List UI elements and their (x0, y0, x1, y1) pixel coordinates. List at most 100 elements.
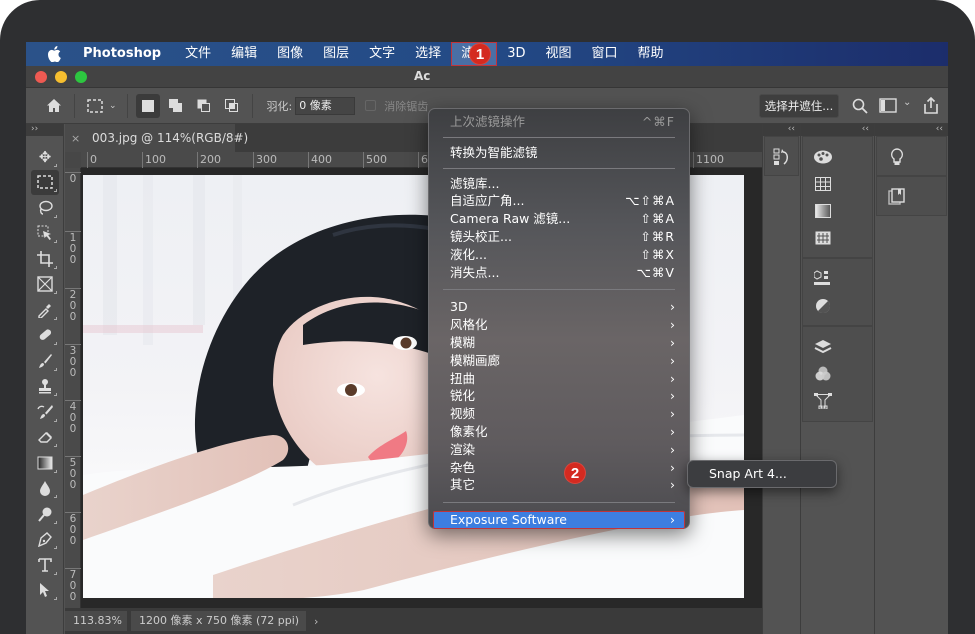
menu-window[interactable]: 窗口 (582, 42, 628, 66)
marquee-preset-button[interactable] (83, 94, 107, 118)
history-panel-button[interactable] (770, 143, 794, 170)
menu-item-sharpen[interactable]: 锐化 › (429, 387, 689, 405)
menu-item-other[interactable]: 其它 › (429, 476, 689, 494)
dodge-tool[interactable] (31, 501, 59, 527)
menu-item-pixelate[interactable]: 像素化 › (429, 423, 689, 441)
select-and-mask-button[interactable]: 选择并遮住... (759, 94, 839, 118)
clone-stamp-tool[interactable] (31, 374, 59, 400)
collapse-panels-button[interactable]: ‹‹ (763, 124, 800, 136)
subtract-selection-button[interactable] (192, 94, 216, 118)
minimize-window-button[interactable] (55, 71, 67, 83)
menu-layer[interactable]: 图层 (313, 42, 359, 66)
ruler-tick: 200 (197, 152, 221, 168)
workspace-chevron-icon[interactable]: ⌄ (903, 97, 911, 108)
layers-panel-button[interactable] (811, 333, 835, 360)
filter-menu: 上次滤镜操作 ^⌘F 转换为智能滤镜 滤镜库... 自适应广角... ⌥⇧⌘A C… (428, 108, 690, 529)
workspace-icon[interactable] (879, 98, 897, 117)
new-selection-button[interactable] (135, 93, 160, 118)
menu-view[interactable]: 视图 (535, 42, 581, 66)
color-panel-button[interactable] (811, 143, 835, 170)
channels-panel-button[interactable] (811, 360, 835, 387)
vertical-ruler[interactable]: 0 1 0 0 2 0 0 3 0 0 4 0 0 5 0 0 6 0 0 7 … (65, 168, 81, 608)
learn-panel-button[interactable] (885, 143, 909, 170)
menu-item-label: 渲染 (450, 441, 476, 457)
menu-item-noise[interactable]: 杂色 › (429, 459, 689, 477)
healing-brush-tool[interactable] (31, 323, 59, 349)
menu-item-shortcut: ⇧⌘A (640, 211, 675, 227)
menu-item-label: 滤镜库... (450, 175, 500, 191)
adjustments-panel-button[interactable] (811, 292, 835, 319)
path-selection-tool[interactable] (31, 578, 59, 604)
marquee-tool[interactable] (31, 169, 59, 195)
patterns-panel-button[interactable] (811, 224, 835, 251)
menu-file[interactable]: 文件 (175, 42, 221, 66)
frame-tool[interactable] (31, 272, 59, 298)
share-icon[interactable] (923, 96, 939, 118)
menu-item-3d[interactable]: 3D › (429, 298, 689, 316)
window-title: Ac (414, 69, 431, 83)
zoom-level[interactable]: 113.83% (65, 611, 127, 631)
menu-item-camera-raw[interactable]: Camera Raw 滤镜... ⇧⌘A (429, 210, 689, 228)
menu-item-video[interactable]: 视频 › (429, 405, 689, 423)
apple-icon[interactable] (43, 46, 65, 62)
menu-item-lens-correction[interactable]: 镜头校正... ⇧⌘R (429, 228, 689, 246)
type-tool[interactable] (31, 552, 59, 578)
collapse-panels-button[interactable]: ‹‹ (801, 124, 874, 136)
blur-tool[interactable] (31, 476, 59, 502)
menu-3d[interactable]: 3D (497, 42, 535, 66)
eraser-tool[interactable] (31, 425, 59, 451)
menu-select[interactable]: 选择 (405, 42, 451, 66)
lasso-tool[interactable] (31, 195, 59, 221)
toolbar-expand[interactable]: ›› (26, 124, 63, 136)
gradients-panel-button[interactable] (811, 197, 835, 224)
libraries-panel-button[interactable] (885, 183, 909, 210)
panel-group (876, 136, 947, 176)
menu-item-stylize[interactable]: 风格化 › (429, 316, 689, 334)
menu-item-adaptive-wide-angle[interactable]: 自适应广角... ⌥⇧⌘A (429, 192, 689, 210)
brush-tool[interactable] (31, 348, 59, 374)
status-menu-arrow[interactable]: › (314, 615, 318, 628)
ruler-tick: 4 0 0 (65, 400, 81, 435)
menu-item-liquify[interactable]: 液化... ⇧⌘X (429, 246, 689, 264)
eyedropper-tool[interactable] (31, 297, 59, 323)
close-tab-icon[interactable]: × (71, 132, 80, 145)
collapse-panels-button[interactable]: ‹‹ (875, 124, 948, 136)
menu-item-snap-art-4[interactable]: Snap Art 4... (709, 466, 787, 481)
menu-help[interactable]: 帮助 (628, 42, 674, 66)
close-window-button[interactable] (35, 71, 47, 83)
antialias-checkbox[interactable] (365, 100, 377, 111)
menu-item-convert-smart-filter[interactable]: 转换为智能滤镜 (429, 144, 689, 162)
chevron-down-icon[interactable]: ⌄ (109, 101, 117, 111)
add-to-selection-button[interactable] (164, 94, 188, 118)
home-button[interactable] (42, 94, 66, 118)
menu-image[interactable]: 图像 (267, 42, 313, 66)
menu-item-filter-gallery[interactable]: 滤镜库... (429, 175, 689, 193)
menu-type[interactable]: 文字 (359, 42, 405, 66)
swatches-panel-button[interactable] (811, 170, 835, 197)
feather-input[interactable]: 0 像素 (295, 96, 356, 115)
paths-panel-button[interactable] (811, 387, 835, 414)
menu-photoshop[interactable]: Photoshop (79, 42, 175, 66)
menu-item-label: 自适应广角... (450, 193, 525, 209)
history-brush-tool[interactable] (31, 399, 59, 425)
menu-item-shortcut: ⇧⌘X (640, 246, 675, 262)
rect-marquee-icon (87, 98, 103, 113)
menu-item-blur-gallery[interactable]: 模糊画廊 › (429, 352, 689, 370)
menu-item-blur[interactable]: 模糊 › (429, 334, 689, 352)
menu-item-vanishing-point[interactable]: 消失点... ⌥⌘V (429, 264, 689, 282)
search-icon[interactable] (852, 98, 868, 118)
maximize-window-button[interactable] (75, 71, 87, 83)
object-selection-tool[interactable] (31, 221, 59, 247)
gradient-tool[interactable] (31, 450, 59, 476)
properties-panel-button[interactable] (811, 265, 835, 292)
document-tab[interactable]: × 003.jpg @ 114%(RGB/8#) (65, 124, 248, 152)
crop-tool[interactable] (31, 246, 59, 272)
pen-tool[interactable] (31, 527, 59, 553)
intersect-selection-button[interactable] (220, 94, 244, 118)
menu-item-render[interactable]: 渲染 › (429, 441, 689, 459)
menu-edit[interactable]: 编辑 (221, 42, 267, 66)
menu-item-distort[interactable]: 扭曲 › (429, 370, 689, 388)
move-tool[interactable]: ✥ (31, 144, 59, 170)
ruler-origin[interactable] (65, 152, 81, 168)
menu-item-exposure-software[interactable]: Exposure Software › (433, 511, 685, 529)
